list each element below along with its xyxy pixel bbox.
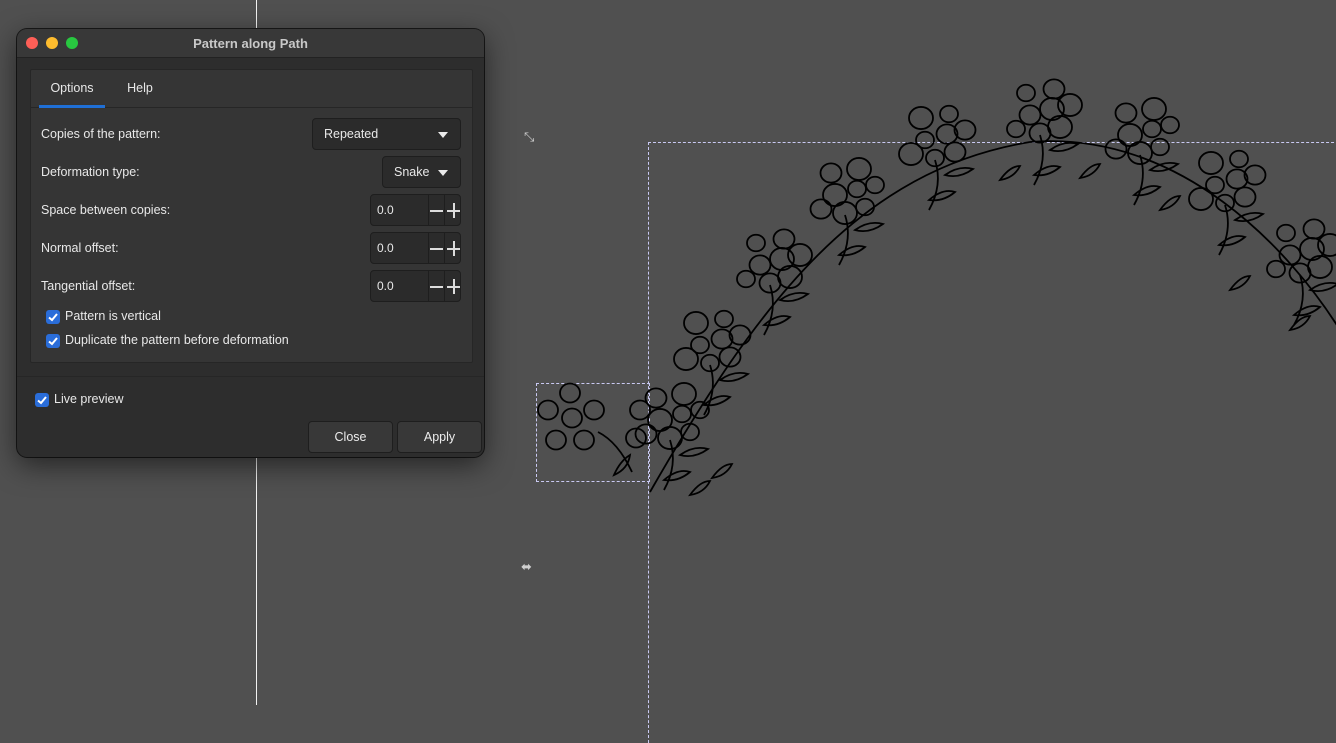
chevron-down-icon <box>438 132 448 138</box>
pattern-vertical-checkbox[interactable] <box>46 310 60 324</box>
flower-cluster <box>899 106 976 210</box>
deformation-label: Deformation type: <box>41 165 140 179</box>
plus-icon[interactable] <box>444 271 462 301</box>
copies-dropdown[interactable]: Repeated <box>312 118 461 150</box>
copies-label: Copies of the pattern: <box>41 127 161 141</box>
tangential-offset-spinbox[interactable]: 0.0 <box>370 270 461 302</box>
live-preview-checkbox[interactable] <box>35 393 49 407</box>
pattern-along-path-dialog: Pattern along Path Options Help Copies o… <box>17 29 484 457</box>
flower-cluster <box>737 229 812 335</box>
minus-icon[interactable] <box>428 233 445 263</box>
dialog-title: Pattern along Path <box>17 36 484 51</box>
apply-button[interactable]: Apply <box>397 421 482 453</box>
space-between-value[interactable]: 0.0 <box>377 203 394 217</box>
tab-options[interactable]: Options <box>39 70 105 108</box>
normal-offset-value[interactable]: 0.0 <box>377 241 394 255</box>
source-pattern <box>538 384 650 476</box>
duplicate-pattern-checkbox[interactable] <box>46 334 60 348</box>
space-between-label: Space between copies: <box>41 203 170 217</box>
normal-offset-spinbox[interactable]: 0.0 <box>370 232 461 264</box>
close-button[interactable]: Close <box>308 421 393 453</box>
plus-icon[interactable] <box>444 233 462 263</box>
space-between-spinbox[interactable]: 0.0 <box>370 194 461 226</box>
duplicate-pattern-label[interactable]: Duplicate the pattern before deformation <box>65 333 289 347</box>
divider <box>17 376 484 377</box>
pattern-vertical-label[interactable]: Pattern is vertical <box>65 309 161 323</box>
flower-vine-pattern <box>636 79 1336 495</box>
tab-bar: Options Help <box>31 70 472 108</box>
flower-cluster <box>811 158 885 265</box>
titlebar[interactable]: Pattern along Path <box>17 29 484 58</box>
flower-cluster <box>1106 98 1180 205</box>
tab-help[interactable]: Help <box>115 70 165 105</box>
plus-icon[interactable] <box>444 195 462 225</box>
checkmark-icon <box>36 394 48 406</box>
minus-icon[interactable] <box>428 195 445 225</box>
checkmark-icon <box>47 311 59 323</box>
chevron-down-icon <box>438 170 448 176</box>
normal-offset-label: Normal offset: <box>41 241 119 255</box>
flower-cluster <box>674 311 751 415</box>
tangential-offset-value[interactable]: 0.0 <box>377 279 394 293</box>
deformation-value: Snake <box>394 165 429 179</box>
checkmark-icon <box>47 335 59 347</box>
copies-value: Repeated <box>324 127 378 141</box>
tangential-offset-label: Tangential offset: <box>41 279 135 293</box>
flower-cluster <box>1189 151 1266 255</box>
live-preview-label[interactable]: Live preview <box>54 392 123 406</box>
deformation-dropdown[interactable]: Snake <box>382 156 461 188</box>
minus-icon[interactable] <box>428 271 445 301</box>
options-panel: Options Help Copies of the pattern: Repe… <box>30 69 473 363</box>
